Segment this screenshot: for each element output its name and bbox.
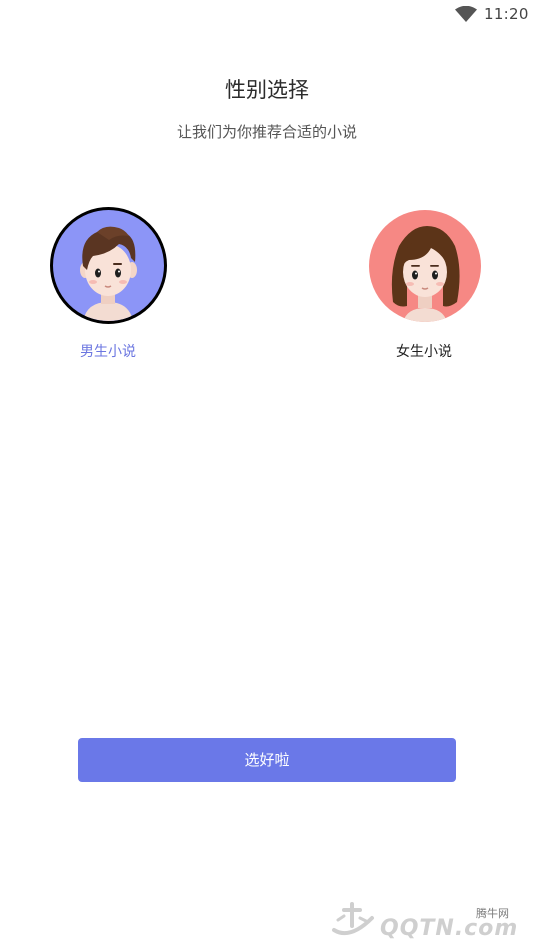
male-avatar-icon <box>80 226 137 321</box>
confirm-button[interactable]: 选好啦 <box>78 738 456 782</box>
male-option-label[interactable]: 男生小说 <box>48 341 168 361</box>
status-bar: 11:20 <box>0 0 534 28</box>
watermark-logo-icon <box>332 902 374 935</box>
female-avatar-option[interactable] <box>369 210 481 322</box>
female-option-label[interactable]: 女生小说 <box>364 341 484 361</box>
status-time: 11:20 <box>484 5 529 23</box>
page-subtitle: 让我们为你推荐合适的小说 <box>176 123 357 141</box>
watermark: 腾牛网 QQTN.com <box>330 892 530 944</box>
wifi-icon <box>455 6 477 22</box>
male-avatar-option[interactable] <box>50 207 167 324</box>
page-title: 性别选择 <box>225 78 309 102</box>
watermark-en-text: QQTN.com <box>380 916 519 941</box>
female-avatar-icon <box>391 226 460 322</box>
